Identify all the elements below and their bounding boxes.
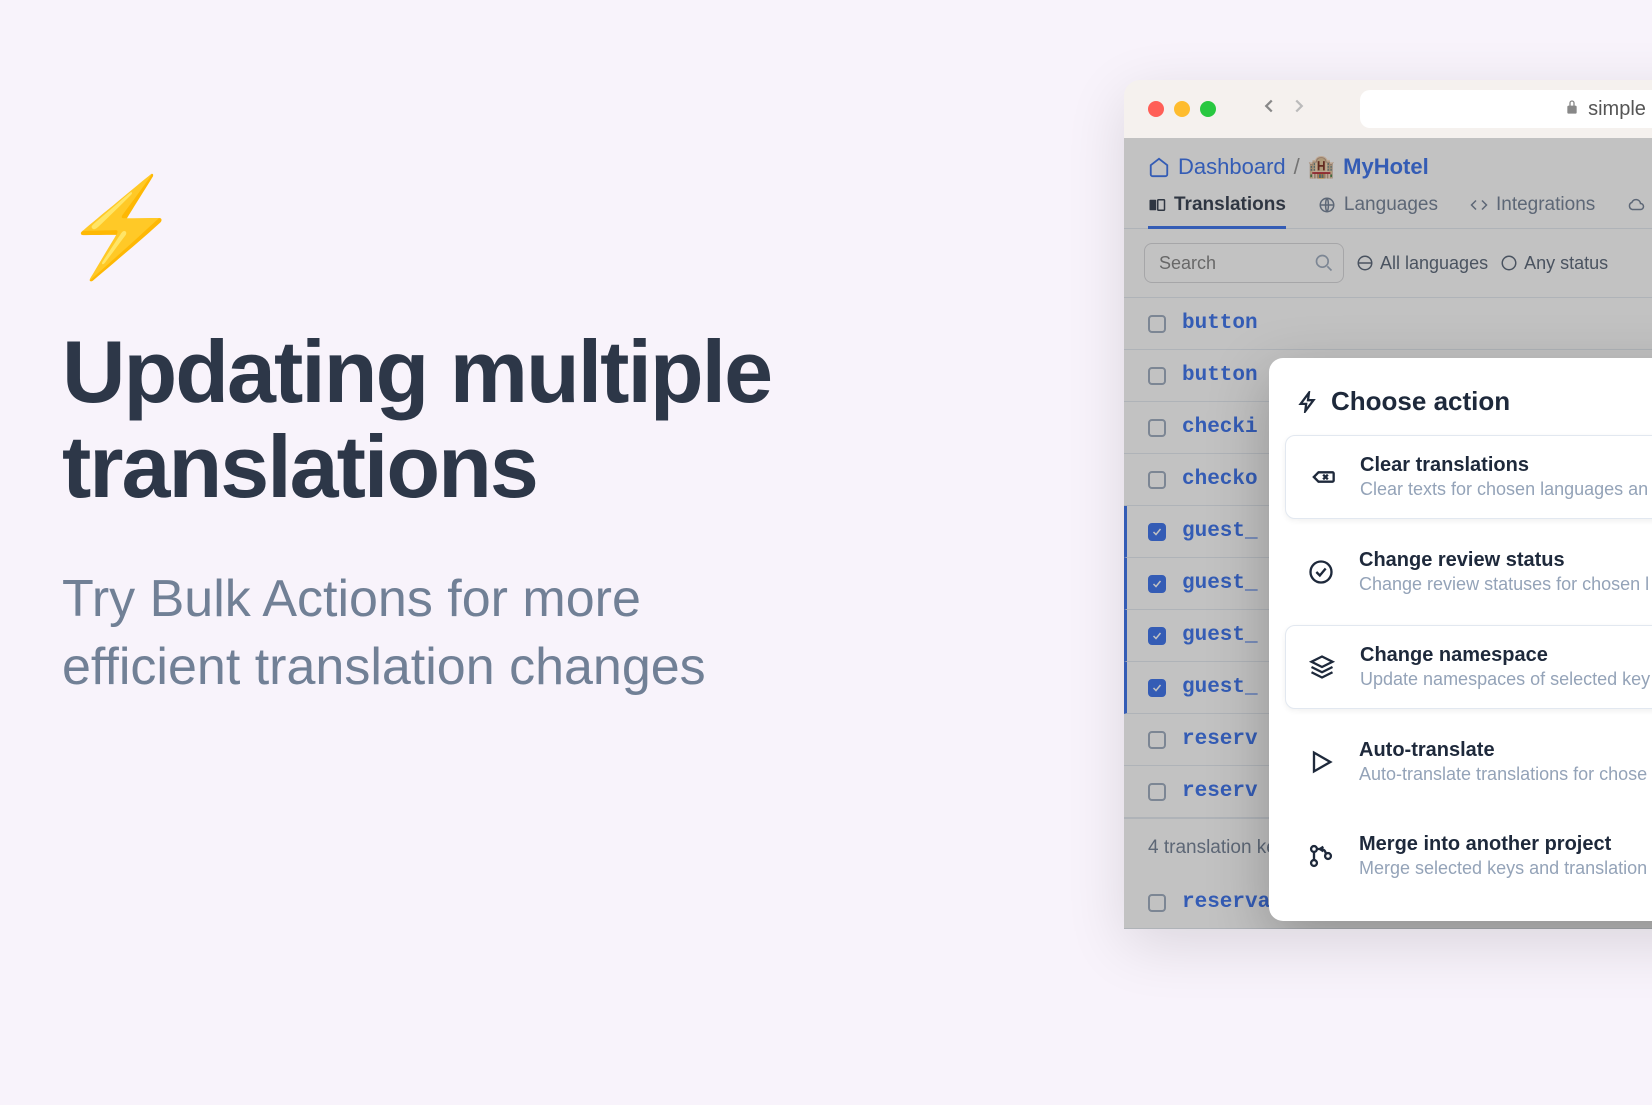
row-checkbox[interactable] (1148, 783, 1166, 801)
filter-all-languages[interactable]: All languages (1356, 253, 1488, 274)
globe-icon (1356, 254, 1374, 272)
key-name: button (1182, 312, 1258, 335)
action-title: Change namespace (1360, 644, 1650, 667)
choose-action-popover: Choose action Clear translationsClear te… (1269, 358, 1652, 921)
breadcrumb-separator: / (1294, 154, 1300, 180)
hero-section: ⚡ Updating multiple translations Try Bul… (62, 180, 822, 701)
tab-integrations[interactable]: Integrations (1470, 194, 1595, 228)
globe-icon (1318, 196, 1336, 214)
bolt-emoji: ⚡ (62, 180, 822, 276)
action-item-layers[interactable]: Change namespaceUpdate namespaces of sel… (1285, 625, 1652, 709)
action-title: Clear translations (1360, 454, 1648, 477)
filter-any-status[interactable]: Any status (1500, 253, 1608, 274)
action-description: Change review statuses for chosen l (1359, 574, 1649, 595)
minimize-window-button[interactable] (1174, 101, 1190, 117)
popover-title: Choose action (1269, 386, 1652, 435)
row-checkbox[interactable] (1148, 731, 1166, 749)
bolt-icon (1297, 391, 1319, 413)
row-checkbox[interactable] (1148, 315, 1166, 333)
app-area: Dashboard / 🏨 MyHotel Translations Langu… (1124, 138, 1652, 929)
lock-icon (1564, 99, 1580, 120)
close-window-button[interactable] (1148, 101, 1164, 117)
key-name: guest_ (1182, 520, 1258, 543)
clear-icon (1306, 461, 1338, 493)
url-text: simple (1588, 98, 1646, 121)
key-name: guest_ (1182, 676, 1258, 699)
nav-back-button[interactable] (1258, 95, 1280, 123)
action-title: Change review status (1359, 549, 1649, 572)
row-checkbox[interactable] (1148, 894, 1166, 912)
action-description: Update namespaces of selected key (1360, 669, 1650, 690)
row-checkbox[interactable] (1148, 627, 1166, 645)
key-name: reserv (1182, 728, 1258, 751)
breadcrumb: Dashboard / 🏨 MyHotel (1124, 138, 1652, 184)
code-icon (1470, 196, 1488, 214)
action-list: Clear translationsClear texts for chosen… (1269, 435, 1652, 897)
hero-subtitle: Try Bulk Actions for more efficient tran… (62, 566, 822, 701)
table-row[interactable]: button (1124, 298, 1652, 350)
cloud-icon (1627, 196, 1645, 214)
action-description: Clear texts for chosen languages an (1360, 479, 1648, 500)
nav-forward-button[interactable] (1288, 95, 1310, 123)
layers-icon (1306, 651, 1338, 683)
merge-icon (1305, 840, 1337, 872)
row-checkbox[interactable] (1148, 471, 1166, 489)
status-icon (1500, 254, 1518, 272)
check-circle-icon (1305, 556, 1337, 588)
home-icon (1148, 156, 1170, 178)
action-description: Merge selected keys and translation (1359, 858, 1647, 879)
search-icon (1314, 253, 1334, 273)
key-name: checki (1182, 416, 1258, 439)
key-name: guest_ (1182, 572, 1258, 595)
project-emoji: 🏨 (1308, 154, 1335, 180)
action-title: Auto-translate (1359, 739, 1647, 762)
key-name: checko (1182, 468, 1258, 491)
play-icon (1305, 746, 1337, 778)
breadcrumb-project[interactable]: MyHotel (1343, 154, 1429, 180)
filter-bar: All languages Any status (1124, 229, 1652, 297)
action-item-play[interactable]: Auto-translateAuto-translate translation… (1285, 721, 1652, 803)
hero-title: Updating multiple translations (62, 324, 822, 514)
row-checkbox[interactable] (1148, 367, 1166, 385)
row-checkbox[interactable] (1148, 679, 1166, 697)
breadcrumb-dashboard[interactable]: Dashboard (1178, 154, 1286, 180)
action-description: Auto-translate translations for chose (1359, 764, 1647, 785)
action-item-clear[interactable]: Clear translationsClear texts for chosen… (1285, 435, 1652, 519)
tab-languages[interactable]: Languages (1318, 194, 1438, 228)
tab-translations[interactable]: Translations (1148, 194, 1286, 228)
nav-tabs: Translations Languages Integrations H (1124, 184, 1652, 229)
translations-icon (1148, 196, 1166, 214)
maximize-window-button[interactable] (1200, 101, 1216, 117)
window-titlebar: simple (1124, 80, 1652, 138)
action-title: Merge into another project (1359, 833, 1647, 856)
key-name: reserv (1182, 780, 1258, 803)
row-checkbox[interactable] (1148, 523, 1166, 541)
key-name: guest_ (1182, 624, 1258, 647)
key-name: button (1182, 364, 1258, 387)
row-checkbox[interactable] (1148, 575, 1166, 593)
browser-window: simple Dashboard / 🏨 MyHotel Translation… (1124, 80, 1652, 929)
action-item-check-circle[interactable]: Change review statusChange review status… (1285, 531, 1652, 613)
tab-hosting[interactable]: H (1627, 194, 1652, 228)
action-item-merge[interactable]: Merge into another projectMerge selected… (1285, 815, 1652, 897)
row-checkbox[interactable] (1148, 419, 1166, 437)
url-bar[interactable]: simple (1360, 90, 1652, 128)
